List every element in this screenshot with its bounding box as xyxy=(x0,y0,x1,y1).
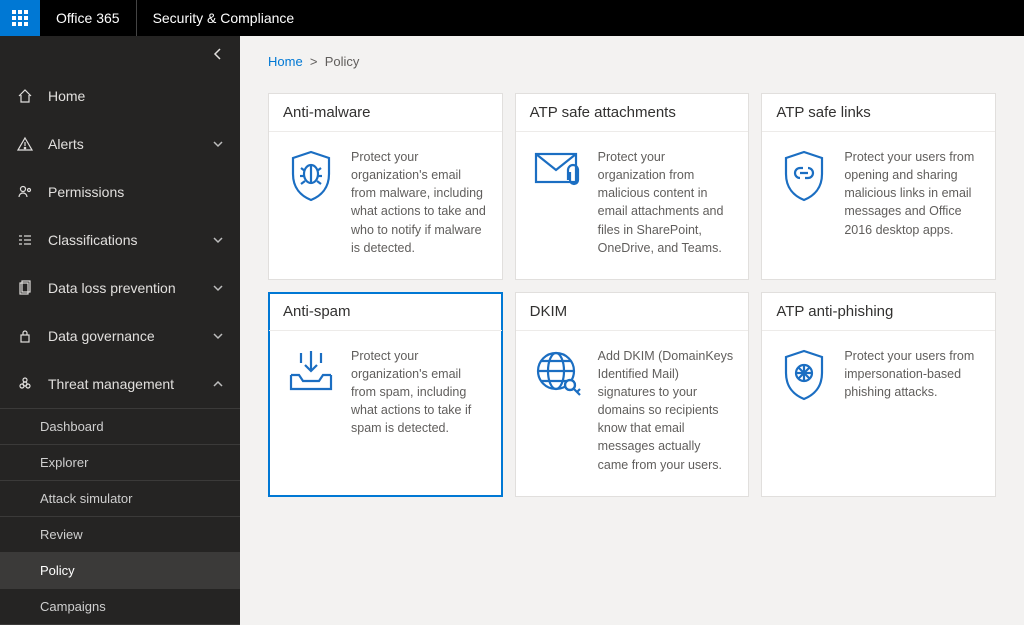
shield-link-icon xyxy=(776,148,832,204)
chevron-up-icon xyxy=(212,378,224,390)
sidebar-item-permissions[interactable]: Permissions xyxy=(0,168,240,216)
card-atp-anti-phishing[interactable]: ATP anti-phishing Protect your users fro… xyxy=(761,292,996,497)
sidebar-item-home[interactable]: Home xyxy=(0,72,240,120)
sidebar-item-label: Threat management xyxy=(48,376,174,392)
card-desc: Protect your users from opening and shar… xyxy=(844,148,981,239)
chevron-down-icon xyxy=(212,234,224,246)
card-title: ATP safe attachments xyxy=(516,94,749,132)
sidebar: Home Alerts Permissions Classifications xyxy=(0,36,240,625)
home-icon xyxy=(16,88,34,104)
sidebar-item-alerts[interactable]: Alerts xyxy=(0,120,240,168)
brand-label[interactable]: Office 365 xyxy=(40,0,137,36)
breadcrumb-separator: > xyxy=(310,54,318,69)
envelope-attachment-icon xyxy=(530,148,586,204)
sidebar-sub-policy[interactable]: Policy xyxy=(0,553,240,589)
classifications-icon xyxy=(16,232,34,248)
lock-icon xyxy=(16,328,34,344)
chevron-down-icon xyxy=(212,138,224,150)
card-dkim[interactable]: DKIM xyxy=(515,292,750,497)
card-atp-safe-links[interactable]: ATP safe links Protect your users from o… xyxy=(761,93,996,280)
globe-key-icon xyxy=(530,347,586,403)
sidebar-item-label: Data loss prevention xyxy=(48,280,176,296)
card-desc: Add DKIM (DomainKeys Identified Mail) si… xyxy=(598,347,735,474)
alert-icon xyxy=(16,136,34,152)
collapse-sidebar-button[interactable] xyxy=(212,48,224,60)
card-title: ATP anti-phishing xyxy=(762,293,995,331)
top-bar: Office 365 Security & Compliance xyxy=(0,0,1024,36)
inbox-download-icon xyxy=(283,347,339,403)
sidebar-sub-review[interactable]: Review xyxy=(0,517,240,553)
sidebar-item-label: Permissions xyxy=(48,184,124,200)
card-title: Anti-spam xyxy=(269,293,502,331)
app-launcher-button[interactable] xyxy=(0,0,40,36)
sidebar-item-threat-management[interactable]: Threat management xyxy=(0,360,240,408)
card-title: DKIM xyxy=(516,293,749,331)
waffle-icon xyxy=(12,10,28,26)
chevron-down-icon xyxy=(212,282,224,294)
card-atp-safe-attachments[interactable]: ATP safe attachments Protect your organi… xyxy=(515,93,750,280)
breadcrumb: Home > Policy xyxy=(268,54,996,69)
card-desc: Protect your users from impersonation-ba… xyxy=(844,347,981,403)
main-content: Home > Policy Anti-malware xyxy=(240,36,1024,625)
sidebar-sub-campaigns[interactable]: Campaigns xyxy=(0,589,240,625)
shield-wheel-icon xyxy=(776,347,832,403)
card-title: ATP safe links xyxy=(762,94,995,132)
sidebar-item-data-governance[interactable]: Data governance xyxy=(0,312,240,360)
breadcrumb-current: Policy xyxy=(325,54,360,69)
dlp-icon xyxy=(16,280,34,296)
sidebar-item-label: Classifications xyxy=(48,232,137,248)
sidebar-item-label: Data governance xyxy=(48,328,155,344)
card-desc: Protect your organization's email from s… xyxy=(351,347,488,438)
sidebar-sub-attack-simulator[interactable]: Attack simulator xyxy=(0,481,240,517)
sidebar-item-classifications[interactable]: Classifications xyxy=(0,216,240,264)
sidebar-sub-explorer[interactable]: Explorer xyxy=(0,445,240,481)
policy-cards-grid: Anti-malware Protect your organization's… xyxy=(268,93,996,497)
chevron-down-icon xyxy=(212,330,224,342)
shield-bug-icon xyxy=(283,148,339,204)
breadcrumb-home-link[interactable]: Home xyxy=(268,54,303,69)
card-desc: Protect your organization's email from m… xyxy=(351,148,488,257)
permissions-icon xyxy=(16,184,34,200)
sidebar-item-label: Alerts xyxy=(48,136,84,152)
app-name-label: Security & Compliance xyxy=(137,10,311,26)
sidebar-sub-dashboard[interactable]: Dashboard xyxy=(0,409,240,445)
card-title: Anti-malware xyxy=(269,94,502,132)
chevron-left-icon xyxy=(212,48,224,60)
threat-management-subnav: Dashboard Explorer Attack simulator Revi… xyxy=(0,408,240,625)
card-anti-spam[interactable]: Anti-spam Protect your organization's em… xyxy=(268,292,503,497)
card-anti-malware[interactable]: Anti-malware Protect your organization's… xyxy=(268,93,503,280)
biohazard-icon xyxy=(16,376,34,392)
card-desc: Protect your organization from malicious… xyxy=(598,148,735,257)
sidebar-item-dlp[interactable]: Data loss prevention xyxy=(0,264,240,312)
sidebar-item-label: Home xyxy=(48,88,85,104)
